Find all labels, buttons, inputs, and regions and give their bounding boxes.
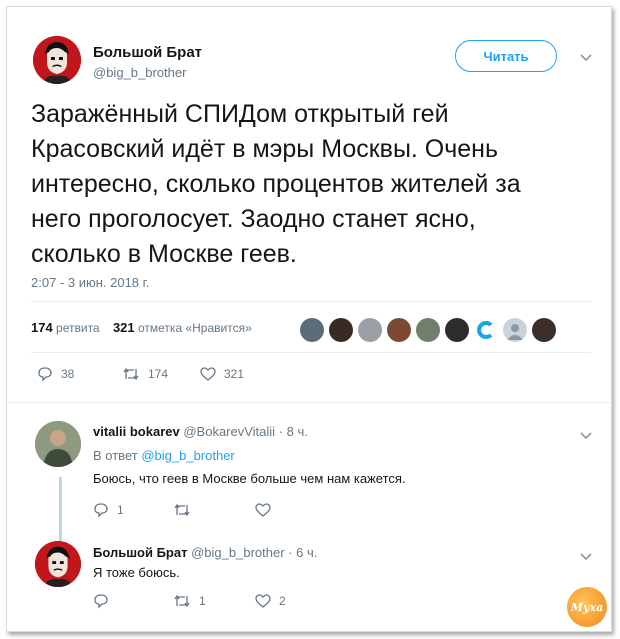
retweet-icon: [174, 503, 190, 517]
chevron-down-icon[interactable]: [579, 431, 593, 441]
big-brother-avatar-image: [33, 36, 81, 84]
retweets-count[interactable]: 174: [31, 320, 53, 335]
liker-avatar[interactable]: [300, 318, 324, 342]
tweet-timestamp[interactable]: 2:07 - 3 июн. 2018 г.: [31, 275, 149, 290]
reply-count: 38: [61, 367, 75, 381]
retweets-label[interactable]: ретвита: [56, 321, 100, 335]
watermark-logo: Муха: [567, 587, 607, 627]
big-brother-avatar-image: [35, 541, 81, 587]
like-count: 2: [279, 594, 286, 608]
chevron-down-icon[interactable]: [579, 552, 593, 562]
reply-author-name[interactable]: Большой Брат: [93, 545, 187, 560]
reply-action[interactable]: 38: [37, 366, 74, 382]
reply-text: Боюсь, что геев в Москве больше чем нам …: [93, 471, 406, 486]
reply-header: Большой Брат @big_b_brother · 6 ч.: [93, 545, 317, 560]
default-avatar-icon: [507, 324, 523, 340]
reply-icon: [38, 367, 52, 382]
watermark-text: Муха: [570, 600, 604, 614]
like-icon: [200, 367, 216, 381]
reply-author-handle[interactable]: @BokarevVitalii: [183, 424, 275, 439]
retweet-count: 1: [199, 594, 206, 608]
author-name[interactable]: Большой Брат: [93, 44, 202, 61]
divider: [31, 352, 591, 353]
reply-icon: [94, 594, 108, 609]
reply-header: vitalii bokarev @BokarevVitalii · 8 ч.: [93, 424, 308, 439]
liker-avatar[interactable]: [416, 318, 440, 342]
reply-action[interactable]: [93, 593, 117, 609]
liker-avatar[interactable]: [358, 318, 382, 342]
reply-time[interactable]: · 8 ч.: [279, 424, 308, 439]
likes-label[interactable]: отметка «Нравится»: [138, 321, 252, 335]
thread-connector: [59, 477, 62, 541]
author-avatar[interactable]: [33, 36, 81, 84]
retweet-icon: [174, 594, 190, 608]
likes-count[interactable]: 321: [113, 320, 135, 335]
reply-action[interactable]: 1: [93, 502, 124, 518]
like-icon: [255, 594, 271, 608]
follow-button[interactable]: Читать: [455, 40, 557, 72]
retweet-count: 174: [148, 367, 169, 381]
divider: [31, 301, 591, 302]
in-reply-prefix: В ответ: [93, 448, 138, 463]
chevron-down-icon[interactable]: [579, 53, 593, 63]
retweet-action[interactable]: [173, 502, 199, 518]
c-logo-icon: [477, 321, 493, 339]
like-action[interactable]: 2: [255, 593, 286, 609]
divider: [7, 402, 611, 403]
liker-avatar[interactable]: [532, 318, 556, 342]
reply-icon: [94, 503, 108, 518]
like-count: 321: [224, 367, 245, 381]
tweet-stats: 174 ретвита 321 отметка «Нравится»: [31, 320, 252, 335]
reply-author-avatar[interactable]: [35, 421, 81, 467]
in-reply-to: В ответ @big_b_brother: [93, 448, 235, 463]
tweet-card: Большой Брат @big_b_brother Читать Зараж…: [6, 6, 612, 632]
author-handle[interactable]: @big_b_brother: [93, 65, 186, 80]
reply-author-handle[interactable]: @big_b_brother: [191, 545, 284, 560]
reply-count: 1: [117, 503, 124, 517]
liker-avatar[interactable]: [474, 318, 498, 342]
retweet-icon: [123, 367, 139, 381]
liker-avatar[interactable]: [329, 318, 353, 342]
like-icon: [255, 503, 271, 517]
liker-avatar[interactable]: [387, 318, 411, 342]
retweet-action[interactable]: 174: [122, 366, 168, 382]
reply-text: Я тоже боюсь.: [93, 565, 180, 580]
like-action[interactable]: [255, 502, 279, 518]
like-action[interactable]: 321: [200, 366, 244, 382]
retweet-action[interactable]: 1: [173, 593, 206, 609]
reply-author-avatar[interactable]: [35, 541, 81, 587]
reply-avatar-photo: [35, 421, 81, 467]
reply-time[interactable]: · 6 ч.: [288, 545, 317, 560]
in-reply-handle-link[interactable]: @big_b_brother: [141, 448, 234, 463]
tweet-text: Заражённый СПИДом открытый гей Красовски…: [31, 100, 521, 268]
liker-avatar[interactable]: [445, 318, 469, 342]
liker-avatar[interactable]: [503, 318, 527, 342]
reply-author-name[interactable]: vitalii bokarev: [93, 424, 180, 439]
